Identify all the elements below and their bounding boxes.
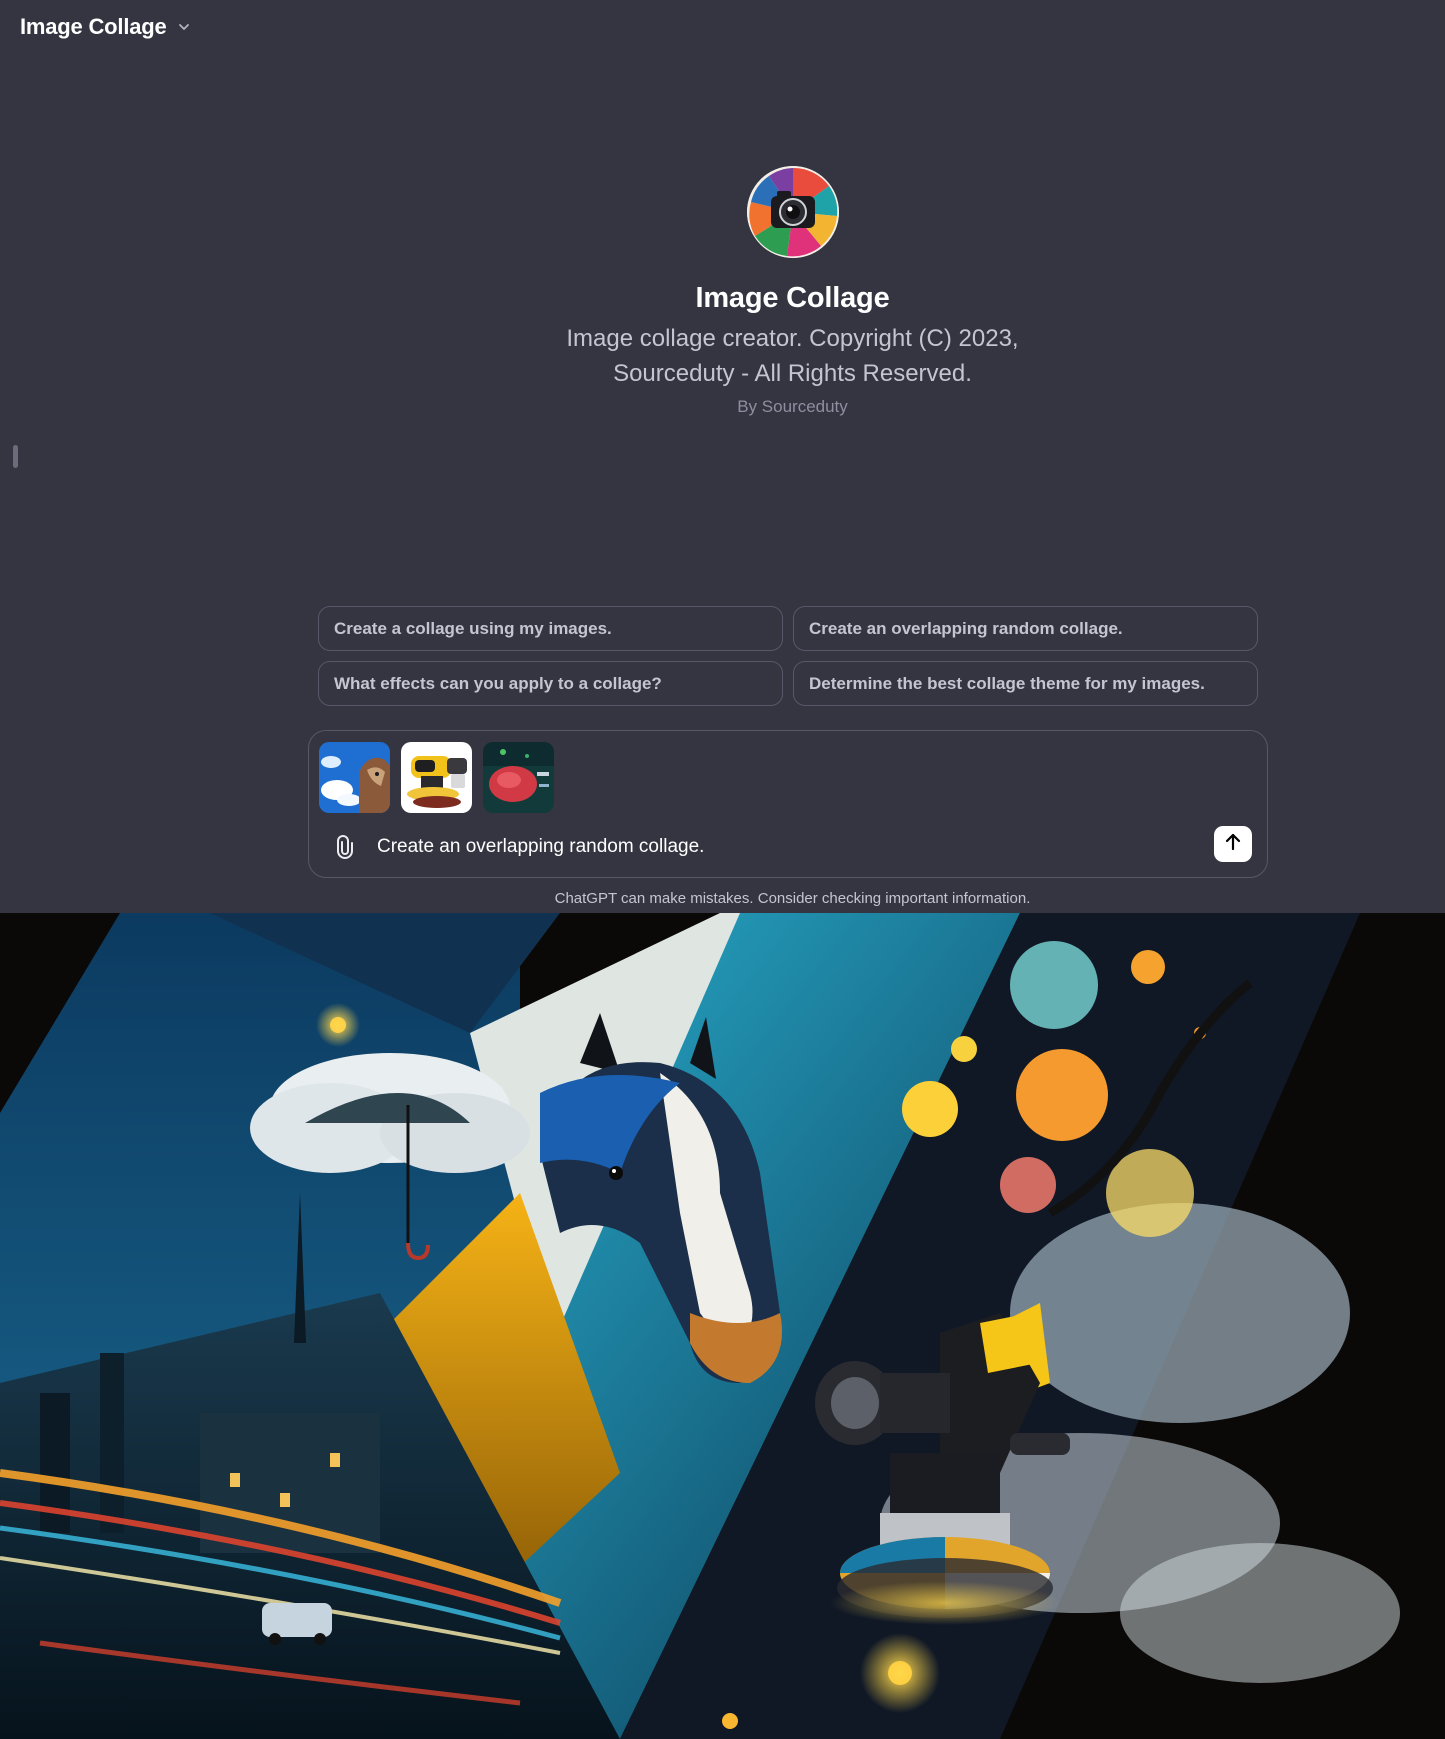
attachment-thumbnail-sander[interactable] — [401, 742, 472, 813]
chat-app: Image Collage Image Collage Image collag… — [0, 0, 1445, 913]
send-button[interactable] — [1214, 826, 1252, 862]
suggestion-button[interactable]: What effects can you apply to a collage? — [318, 661, 783, 706]
message-composer — [308, 730, 1268, 878]
suggestion-button[interactable]: Create a collage using my images. — [318, 606, 783, 651]
chevron-down-icon — [175, 18, 193, 36]
header-title: Image Collage — [20, 14, 167, 39]
suggestion-grid: Create a collage using my images. Create… — [318, 606, 1258, 706]
model-selector[interactable]: Image Collage — [20, 14, 193, 40]
attachment-list — [319, 742, 554, 813]
message-input[interactable] — [377, 830, 1177, 864]
arrow-up-icon — [1223, 832, 1243, 857]
suggestion-button[interactable]: Determine the best collage theme for my … — [793, 661, 1258, 706]
gpt-avatar — [746, 166, 839, 258]
sidebar-toggle-handle[interactable] — [13, 445, 18, 468]
generated-collage-image — [0, 913, 1445, 1739]
gpt-name: Image Collage — [695, 282, 890, 314]
disclaimer-text: ChatGPT can make mistakes. Consider chec… — [554, 890, 1031, 907]
gpt-description: Image collage creator. Copyright (C) 202… — [566, 325, 1019, 387]
suggestion-button[interactable]: Create an overlapping random collage. — [793, 606, 1258, 651]
attachment-thumbnail-sky-horse[interactable] — [319, 742, 390, 813]
attachment-thumbnail-red-object[interactable] — [483, 742, 554, 813]
paperclip-icon[interactable] — [333, 835, 357, 859]
gpt-author: By Sourceduty — [737, 397, 848, 416]
